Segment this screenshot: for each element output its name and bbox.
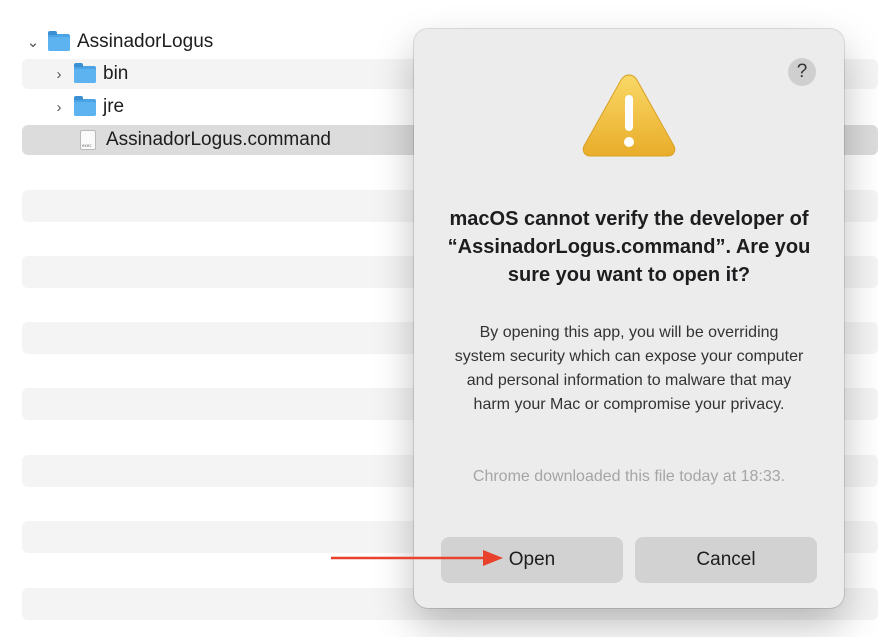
security-alert-dialog: ? macOS cannot verify the developer of “… bbox=[414, 29, 844, 608]
open-button-label: Open bbox=[508, 549, 556, 570]
folder-icon bbox=[74, 62, 96, 83]
chevron-right-icon[interactable]: › bbox=[48, 66, 70, 83]
cancel-button-label: Cancel bbox=[696, 549, 756, 570]
download-note: Chrome downloaded this file today at 18:… bbox=[472, 468, 786, 485]
chevron-right-icon[interactable]: › bbox=[48, 99, 70, 116]
annotation-arrow-icon bbox=[331, 550, 503, 566]
item-label: AssinadorLogus bbox=[77, 31, 214, 52]
help-button[interactable]: ? bbox=[788, 58, 816, 86]
document-icon bbox=[80, 130, 96, 150]
item-label: AssinadorLogus.command bbox=[106, 129, 331, 150]
item-label: bin bbox=[103, 63, 129, 84]
item-label: jre bbox=[103, 96, 125, 117]
warning-triangle-icon bbox=[582, 74, 676, 157]
folder-icon bbox=[74, 95, 96, 116]
dialog-title: macOS cannot verify the developer of “As… bbox=[447, 208, 811, 286]
folder-icon bbox=[48, 30, 70, 51]
cancel-button[interactable]: Cancel bbox=[635, 537, 817, 583]
dialog-message: By opening this app, you will be overrid… bbox=[454, 324, 804, 413]
chevron-down-icon[interactable]: ⌄ bbox=[22, 33, 44, 51]
